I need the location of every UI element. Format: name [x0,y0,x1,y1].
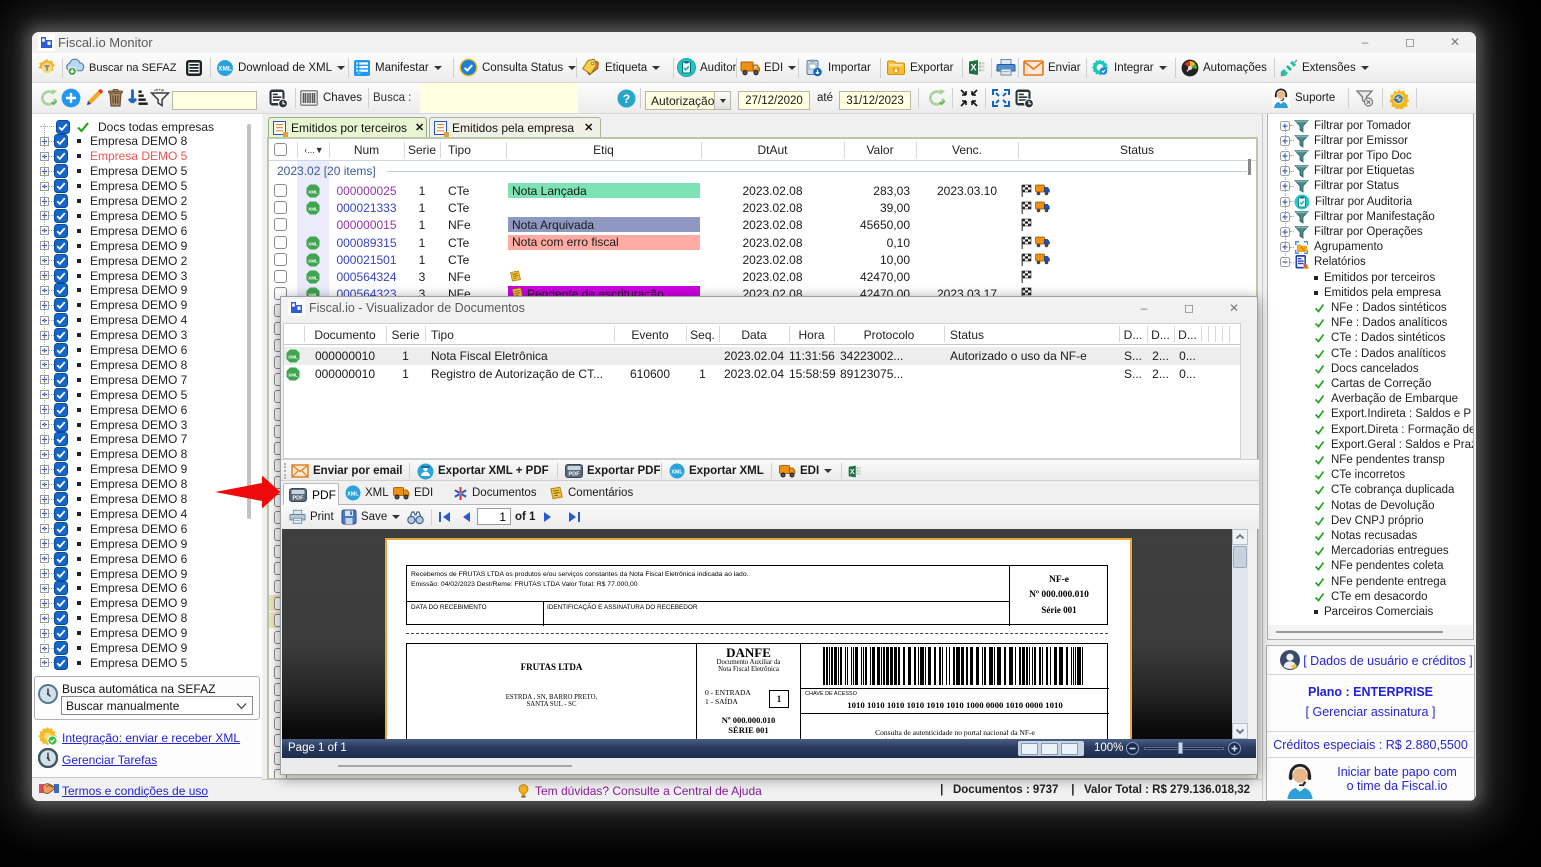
svg-text:PDF: PDF [293,495,305,501]
svg-text:XML: XML [671,469,683,475]
svg-text:XML: XML [288,354,298,359]
svg-text:XML: XML [288,372,298,377]
svg-text:XML: XML [218,65,232,72]
svg-text:?: ? [623,92,630,106]
svg-text:XML: XML [308,206,318,211]
svg-text:X: X [970,63,976,73]
svg-text:PDF: PDF [569,472,581,478]
svg-text:XML: XML [308,275,318,280]
svg-text:XML: XML [308,189,318,194]
svg-text:XML: XML [308,241,318,246]
svg-text:XML: XML [347,491,359,497]
svg-text:XML: XML [308,258,318,263]
svg-text:X: X [850,467,855,475]
